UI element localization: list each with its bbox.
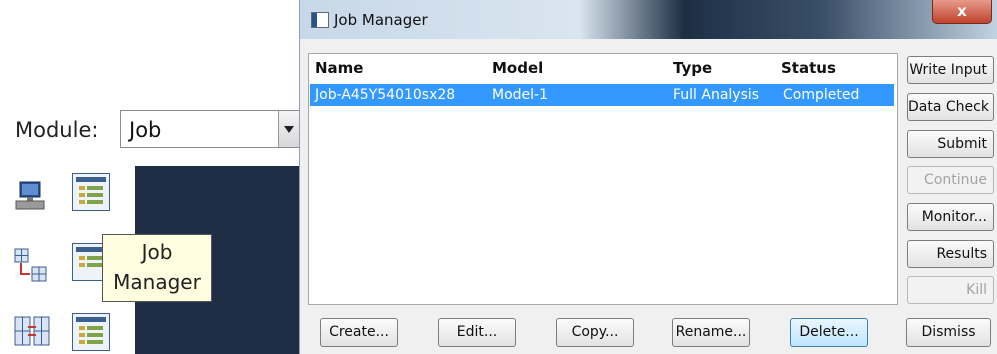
job-model-cell: Model-1	[492, 87, 548, 103]
dialog-title: Job Manager	[334, 11, 428, 29]
mesh-arrow-icon[interactable]	[14, 248, 50, 284]
rename-button[interactable]: Rename...	[672, 318, 750, 347]
dismiss-button[interactable]: Dismiss	[906, 318, 991, 347]
job-manager-icon[interactable]	[72, 313, 110, 351]
job-manager-icon[interactable]	[72, 173, 110, 211]
chevron-down-icon[interactable]	[278, 111, 299, 147]
title-bar[interactable]: Job Manager x	[300, 0, 997, 39]
column-header-type[interactable]: Type	[673, 59, 712, 77]
edit-button[interactable]: Edit...	[438, 318, 516, 347]
job-status-cell: Completed	[783, 87, 860, 103]
tooltip: Job Manager	[102, 234, 212, 302]
job-list[interactable]: Name Model Type Status Job-A45Y54010sx28…	[308, 53, 898, 305]
module-label: Module:	[15, 118, 99, 142]
window-icon	[311, 12, 329, 28]
column-header-name[interactable]: Name	[315, 59, 363, 77]
column-header-status[interactable]: Status	[781, 59, 836, 77]
column-header-model[interactable]: Model	[492, 59, 543, 77]
kill-button[interactable]: Kill	[907, 276, 994, 304]
tooltip-line: Manager	[113, 270, 201, 294]
data-check-button[interactable]: Data Check	[907, 93, 994, 121]
continue-button[interactable]: Continue	[907, 166, 994, 194]
delete-button[interactable]: Delete...	[790, 318, 868, 347]
job-manager-dialog: Job Manager x Name Model Type Status Job…	[299, 0, 997, 354]
module-select-value: Job	[129, 118, 162, 142]
table-row[interactable]: Job-A45Y54010sx28 Model-1 Full Analysis …	[310, 84, 894, 106]
create-button[interactable]: Create...	[320, 318, 398, 347]
results-button[interactable]: Results	[907, 240, 994, 268]
computer-icon[interactable]	[12, 178, 48, 214]
mesh-pair-icon[interactable]	[14, 313, 50, 349]
submit-button[interactable]: Submit	[907, 130, 994, 158]
monitor-button[interactable]: Monitor...	[907, 203, 994, 231]
tooltip-line: Job	[141, 240, 173, 264]
write-input-button[interactable]: Write Input	[907, 56, 994, 84]
copy-button[interactable]: Copy...	[556, 318, 634, 347]
job-type-cell: Full Analysis	[673, 87, 760, 103]
close-button[interactable]: x	[932, 0, 992, 24]
job-name-cell: Job-A45Y54010sx28	[315, 87, 456, 103]
module-select[interactable]: Job	[120, 110, 300, 148]
